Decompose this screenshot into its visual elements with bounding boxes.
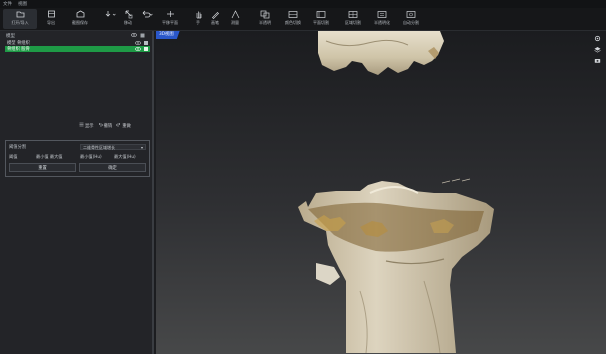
show-button[interactable]: 显示 [79, 122, 94, 129]
confirm-button[interactable]: 确定 [79, 163, 146, 172]
form-cell[interactable]: 最小值(Hu) [80, 154, 102, 160]
redo-icon [116, 122, 121, 129]
color-square-icon[interactable] [140, 33, 145, 40]
form-cell[interactable]: 最小值 最大值 [36, 154, 62, 160]
list-icon [79, 122, 84, 129]
chevron-down-icon: ▾ [140, 145, 143, 150]
measure-button[interactable]: 测量 [218, 9, 252, 29]
open-import-button[interactable]: 打开/导入 [3, 9, 37, 29]
screenshot-save-button[interactable]: 截图保存 [63, 9, 97, 29]
menu-file[interactable]: 文件 [3, 1, 12, 7]
color-swatch[interactable] [144, 47, 148, 51]
region-cut-icon [348, 9, 358, 19]
toolbar: 打开/导入 导出 截图保存 移动 平移平面 手 画笔 测量 半透明 颜色切换 平… [0, 8, 606, 31]
cut-icon [316, 9, 326, 19]
bone-3d-model [298, 31, 494, 354]
color-swatch[interactable] [144, 41, 148, 45]
eye-icon[interactable] [131, 33, 137, 40]
tibia-model [298, 178, 494, 354]
eye-icon[interactable] [135, 47, 141, 53]
measure-icon [231, 9, 240, 19]
transparent-icon [260, 9, 270, 19]
folder-open-icon [16, 9, 25, 19]
list-actions: 显示 撤销 重做 [79, 122, 131, 129]
menu-view[interactable]: 视图 [18, 1, 27, 7]
panel-title: 模型 [6, 34, 15, 39]
form-cell[interactable]: 最大值(Hu) [114, 154, 136, 160]
color-icon [288, 9, 298, 19]
form-cell: 阈值 [9, 154, 18, 159]
auto-segment-icon [406, 9, 416, 19]
reset-button[interactable]: 重置 [9, 163, 76, 172]
sidebar-panel [0, 31, 154, 354]
menu-bar: 文件 视图 [0, 0, 606, 8]
undo-icon [141, 9, 153, 19]
panel-header-icons [131, 33, 145, 40]
transparency-icon [377, 9, 387, 19]
screenshot-icon [76, 9, 85, 19]
femur-fragment [318, 31, 444, 75]
redo-button[interactable]: 重做 [116, 122, 131, 129]
undo-icon [98, 122, 103, 129]
plane-icon [166, 9, 175, 19]
undo-button[interactable]: 撤销 [98, 122, 112, 129]
form-title: 阈值分割 [9, 145, 27, 150]
export-icon [47, 9, 56, 19]
auto-segment-button[interactable]: 自动分割 [394, 9, 428, 29]
3d-viewport[interactable]: 3D视图 [156, 31, 606, 354]
list-item-label: 骨组织 股骨 [7, 47, 30, 52]
plane-cut-button[interactable]: 平面切割 [304, 9, 338, 29]
list-item-selected[interactable]: 骨组织 股骨 [5, 46, 150, 52]
method-select[interactable]: 二维骨性区域增长 ▾ [80, 144, 146, 150]
